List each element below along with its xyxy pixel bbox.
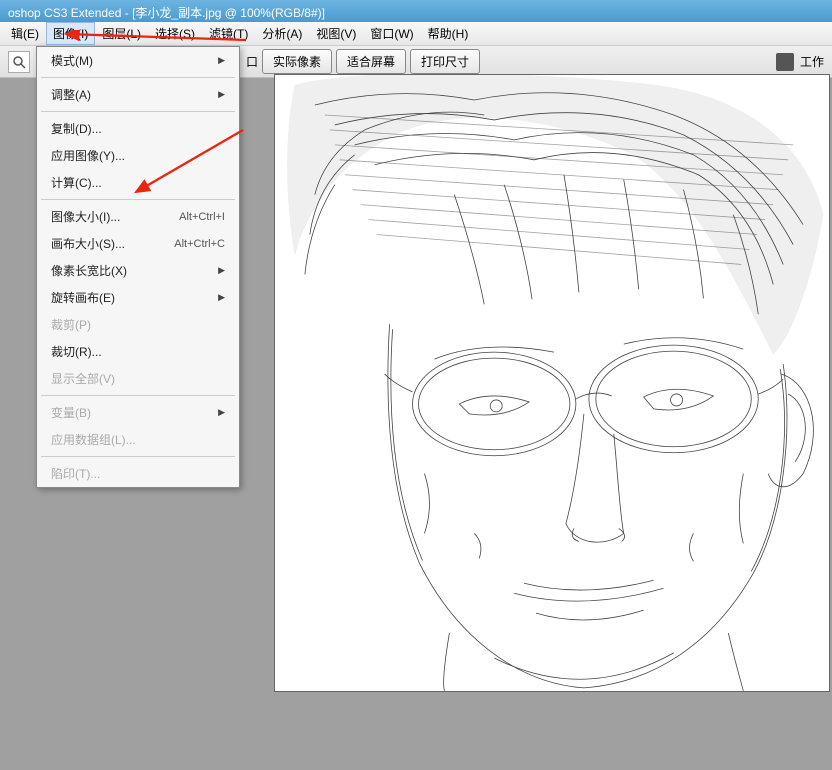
menu-item[interactable]: 模式(M) ▶ — [37, 47, 239, 74]
menu-item[interactable]: 应用图像(Y)... — [37, 142, 239, 169]
menu-item-label: 旋转画布(E) — [51, 289, 115, 306]
menu-item-shortcut: Alt+Ctrl+C — [174, 238, 225, 250]
menu-filter[interactable]: 滤镜(T) — [202, 22, 255, 45]
menu-separator — [41, 395, 235, 396]
menu-item[interactable]: 像素长宽比(X) ▶ — [37, 257, 239, 284]
menu-item-label: 应用图像(Y)... — [51, 147, 125, 164]
menu-item[interactable]: 计算(C)... — [37, 169, 239, 196]
menu-separator — [41, 111, 235, 112]
submenu-arrow-icon: ▶ — [218, 55, 225, 66]
menu-item[interactable]: 复制(D)... — [37, 115, 239, 142]
menu-item[interactable]: 旋转画布(E) ▶ — [37, 284, 239, 311]
menu-item-label: 调整(A) — [51, 86, 91, 103]
menu-item-label: 应用数据组(L)... — [51, 431, 136, 448]
menu-image[interactable]: 图像(I) — [46, 22, 95, 45]
print-size-button[interactable]: 打印尺寸 — [410, 49, 480, 74]
menu-separator — [41, 456, 235, 457]
document-window[interactable] — [274, 74, 830, 692]
submenu-arrow-icon: ▶ — [218, 407, 225, 418]
actual-pixels-button[interactable]: 实际像素 — [262, 49, 332, 74]
title-bar: oshop CS3 Extended - [李小龙_副本.jpg @ 100%(… — [0, 0, 832, 22]
menu-item: 应用数据组(L)... — [37, 426, 239, 453]
workspace-icon[interactable] — [776, 53, 794, 71]
menu-item: 显示全部(V) — [37, 365, 239, 392]
menu-item-shortcut: Alt+Ctrl+I — [179, 211, 225, 223]
menu-item-label: 画布大小(S)... — [51, 235, 125, 252]
fit-window-label: 口 — [246, 53, 258, 70]
menu-item: 变量(B) ▶ — [37, 399, 239, 426]
menu-bar: 辑(E) 图像(I) 图层(L) 选择(S) 滤镜(T) 分析(A) 视图(V)… — [0, 22, 832, 46]
menu-item-label: 像素长宽比(X) — [51, 262, 127, 279]
menu-separator — [41, 199, 235, 200]
menu-item-label: 显示全部(V) — [51, 370, 115, 387]
menu-item-label: 图像大小(I)... — [51, 208, 120, 225]
menu-item: 陷印(T)... — [37, 460, 239, 487]
menu-item[interactable]: 裁切(R)... — [37, 338, 239, 365]
tool-icon[interactable] — [8, 51, 30, 73]
fit-screen-button[interactable]: 适合屏幕 — [336, 49, 406, 74]
menu-window[interactable]: 窗口(W) — [363, 22, 420, 45]
submenu-arrow-icon: ▶ — [218, 292, 225, 303]
menu-separator — [41, 77, 235, 78]
menu-item-label: 复制(D)... — [51, 120, 102, 137]
menu-item-label: 裁剪(P) — [51, 316, 91, 333]
submenu-arrow-icon: ▶ — [218, 265, 225, 276]
menu-item-label: 陷印(T)... — [51, 465, 100, 482]
menu-view[interactable]: 视图(V) — [309, 22, 363, 45]
menu-item-label: 裁切(R)... — [51, 343, 102, 360]
menu-item[interactable]: 图像大小(I)... Alt+Ctrl+I — [37, 203, 239, 230]
image-menu-dropdown: 模式(M) ▶ 调整(A) ▶ 复制(D)... 应用图像(Y)... 计算(C)... 图像… — [36, 46, 240, 488]
menu-item-label: 计算(C)... — [51, 174, 102, 191]
menu-item-label: 变量(B) — [51, 404, 91, 421]
submenu-arrow-icon: ▶ — [218, 89, 225, 100]
menu-layer[interactable]: 图层(L) — [95, 22, 148, 45]
menu-item-label: 模式(M) — [51, 52, 93, 69]
workspace-label: 工作 — [800, 53, 824, 70]
menu-select[interactable]: 选择(S) — [148, 22, 202, 45]
document-image — [275, 75, 829, 691]
menu-help[interactable]: 帮助(H) — [421, 22, 476, 45]
menu-item[interactable]: 画布大小(S)... Alt+Ctrl+C — [37, 230, 239, 257]
menu-item[interactable]: 调整(A) ▶ — [37, 81, 239, 108]
menu-edit[interactable]: 辑(E) — [4, 22, 46, 45]
menu-analysis[interactable]: 分析(A) — [255, 22, 309, 45]
menu-item: 裁剪(P) — [37, 311, 239, 338]
